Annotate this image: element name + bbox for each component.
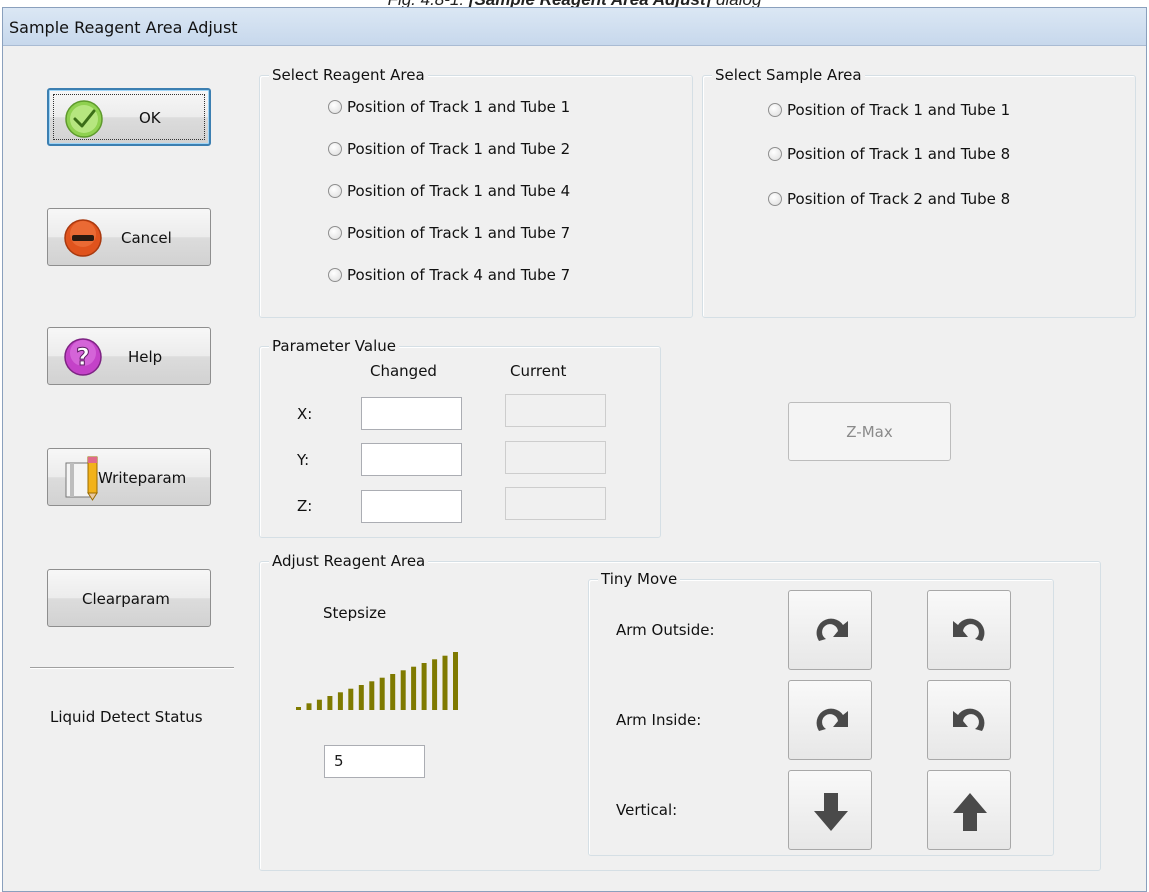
arrow-down-icon	[814, 793, 848, 831]
stepsize-bar[interactable]	[306, 703, 312, 710]
stepsize-bar[interactable]	[369, 681, 375, 710]
current-x-field	[505, 394, 606, 427]
radio-label: Position of Track 1 and Tube 1	[787, 101, 1011, 119]
liquid-detect-status-label: Liquid Detect Status	[50, 708, 203, 726]
current-y-field	[505, 441, 606, 474]
stepsize-bar[interactable]	[411, 666, 417, 710]
stepsize-bar[interactable]	[432, 659, 438, 710]
radio-button[interactable]	[768, 103, 782, 117]
stepsize-bar[interactable]	[400, 670, 406, 710]
vertical-up-button[interactable]	[927, 770, 1011, 850]
radio-label: Position of Track 1 and Tube 4	[347, 182, 571, 200]
arm-outside-ccw-button[interactable]	[788, 590, 872, 670]
reagent-area-title: Select Reagent Area	[269, 66, 428, 84]
radio-label: Position of Track 1 and Tube 8	[787, 145, 1011, 163]
writeparam-label: Writeparam	[98, 469, 187, 487]
stepsize-bar[interactable]	[337, 692, 343, 710]
radio-button[interactable]	[328, 142, 342, 156]
radio-label: Position of Track 2 and Tube 8	[787, 190, 1011, 208]
changed-x-field[interactable]	[361, 397, 462, 430]
arm-inside-cw-button[interactable]	[927, 680, 1011, 760]
stepsize-bar[interactable]	[316, 699, 322, 710]
stepsize-bar[interactable]	[390, 674, 396, 710]
stepsize-bar[interactable]	[453, 652, 458, 710]
changed-column-header: Changed	[370, 362, 437, 380]
arm-inside-label: Arm Inside:	[616, 711, 702, 729]
radio-label: Position of Track 1 and Tube 7	[347, 224, 571, 242]
stepsize-slider[interactable]	[296, 652, 458, 710]
current-z-field	[505, 487, 606, 520]
writeparam-button[interactable]: Writeparam	[47, 448, 211, 506]
rotate-ccw-icon	[816, 708, 848, 731]
y-label: Y:	[297, 451, 310, 469]
arrow-up-icon	[953, 793, 987, 831]
clearparam-button[interactable]: Clearparam	[47, 569, 211, 627]
changed-z-field[interactable]	[361, 490, 462, 523]
rotate-ccw-icon	[816, 618, 848, 641]
sample-area-title: Select Sample Area	[712, 66, 865, 84]
svg-text:?: ?	[76, 343, 90, 371]
minus-icon	[64, 219, 102, 257]
radio-label: Position of Track 1 and Tube 1	[347, 98, 571, 116]
adjust-reagent-area-title: Adjust Reagent Area	[269, 552, 429, 570]
help-button[interactable]: ? Help	[47, 327, 211, 385]
cancel-label: Cancel	[121, 229, 172, 247]
arm-inside-ccw-button[interactable]	[788, 680, 872, 760]
current-column-header: Current	[510, 362, 567, 380]
stepsize-input[interactable]: 5	[324, 745, 425, 778]
z-max-button[interactable]: Z-Max	[788, 402, 951, 461]
stepsize-label: Stepsize	[323, 604, 387, 622]
radio-button[interactable]	[768, 192, 782, 206]
arm-outside-label: Arm Outside:	[616, 621, 715, 639]
stepsize-bar[interactable]	[442, 655, 448, 710]
ok-label: OK	[139, 109, 161, 127]
arm-outside-cw-button[interactable]	[927, 590, 1011, 670]
radio-button[interactable]	[328, 226, 342, 240]
window-title: Sample Reagent Area Adjust	[9, 18, 238, 37]
question-icon: ?	[64, 338, 102, 376]
rotate-cw-icon	[953, 708, 985, 731]
radio-button[interactable]	[328, 100, 342, 114]
tiny-move-title: Tiny Move	[598, 570, 681, 588]
stepsize-bar[interactable]	[348, 688, 354, 710]
ok-button[interactable]: OK	[47, 88, 211, 146]
stepsize-bar[interactable]	[296, 707, 301, 710]
check-icon	[65, 100, 103, 138]
stepsize-bar[interactable]	[327, 696, 333, 710]
changed-y-field[interactable]	[361, 443, 462, 476]
clearparam-label: Clearparam	[82, 590, 170, 608]
x-label: X:	[297, 405, 313, 423]
stepsize-bar[interactable]	[421, 663, 427, 710]
rotate-cw-icon	[953, 618, 985, 641]
z-max-label: Z-Max	[846, 423, 893, 441]
vertical-label: Vertical:	[616, 801, 678, 819]
stepsize-bar[interactable]	[379, 677, 385, 710]
radio-button[interactable]	[768, 147, 782, 161]
radio-label: Position of Track 4 and Tube 7	[347, 266, 571, 284]
cancel-button[interactable]: Cancel	[47, 208, 211, 266]
radio-label: Position of Track 1 and Tube 2	[347, 140, 571, 158]
z-label: Z:	[297, 497, 313, 515]
help-label: Help	[128, 348, 163, 366]
title-bar[interactable]: Sample Reagent Area Adjust	[3, 8, 1146, 46]
radio-button[interactable]	[328, 268, 342, 282]
parameter-value-title: Parameter Value	[269, 337, 399, 355]
radio-button[interactable]	[328, 184, 342, 198]
separator	[30, 667, 234, 669]
vertical-down-button[interactable]	[788, 770, 872, 850]
stepsize-bar[interactable]	[358, 685, 364, 710]
